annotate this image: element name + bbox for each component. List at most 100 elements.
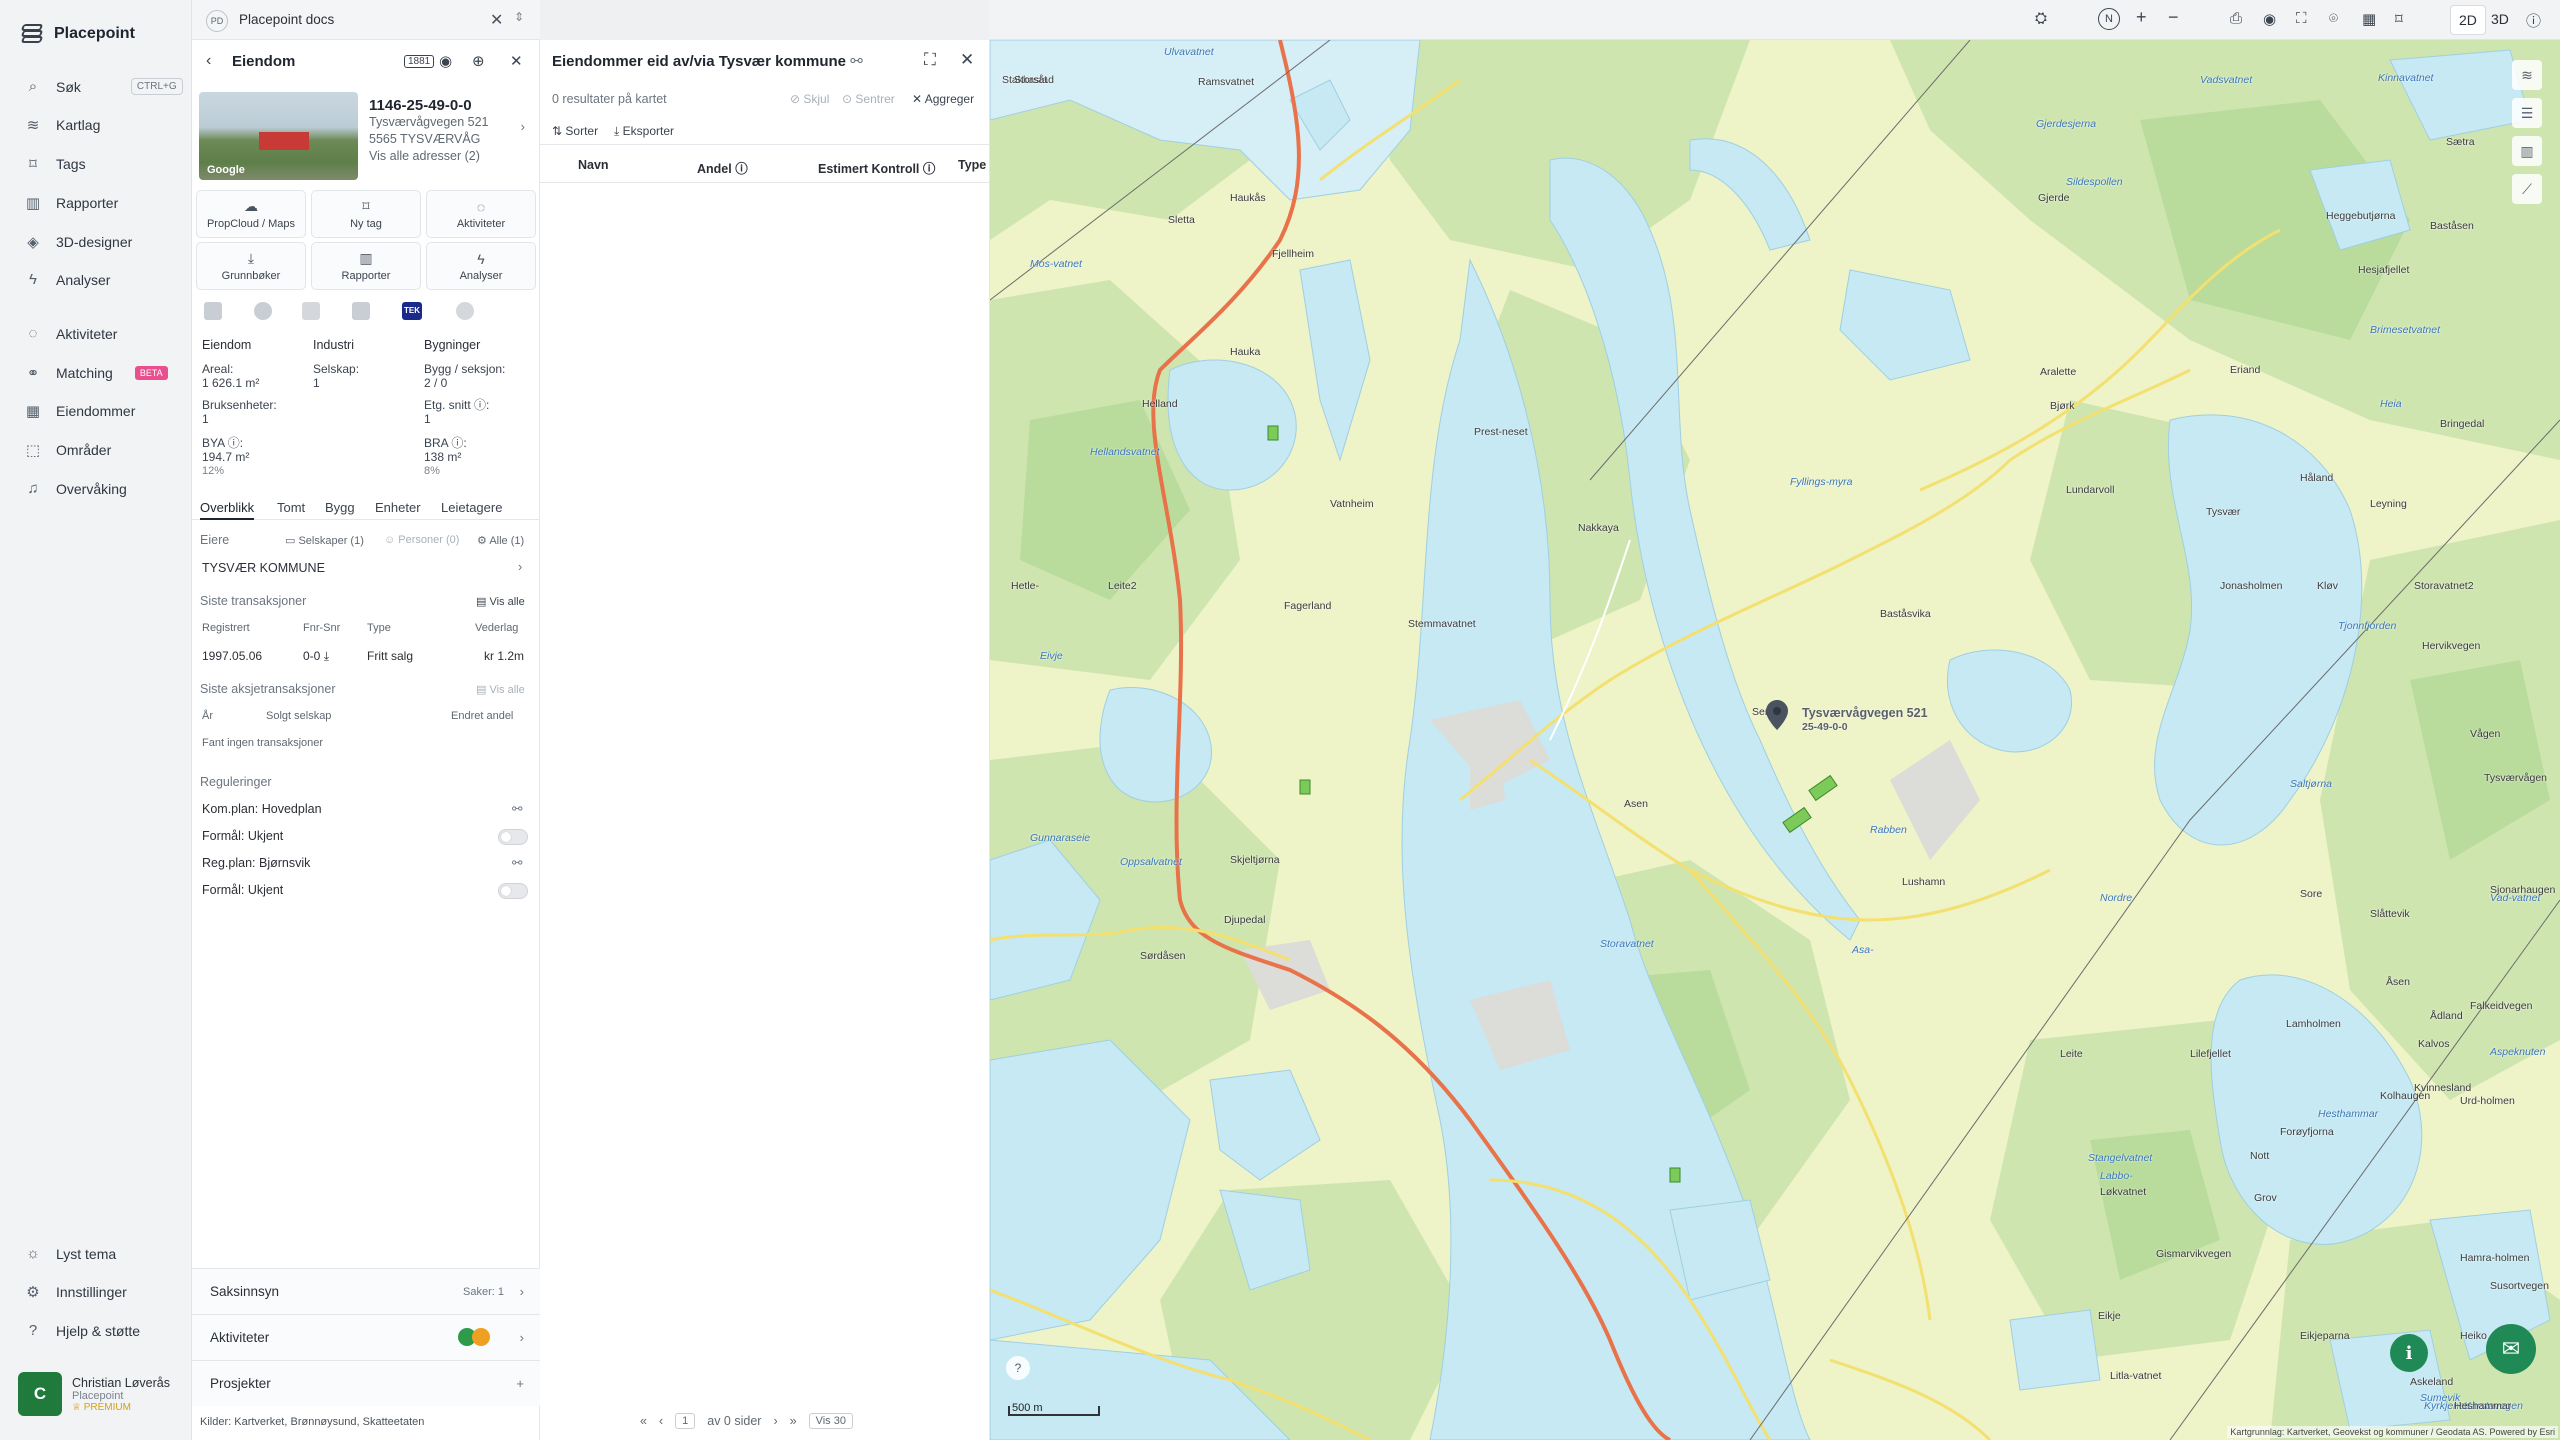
close-icon[interactable]: ✕ (490, 10, 503, 30)
stack-icon[interactable]: ☰ (2512, 98, 2542, 128)
prev-page-icon[interactable]: ‹ (659, 1414, 663, 1428)
col-type[interactable]: Type (958, 158, 986, 172)
all-filter[interactable]: ⚙ Alle (1) (477, 534, 524, 547)
grunnboker-button[interactable]: ⤓ Grunnbøker (196, 242, 306, 290)
nav-item-3d-designer[interactable]: ◈ 3D-designer (24, 233, 132, 251)
link-icon[interactable]: ⚯ (512, 855, 522, 870)
col-navn[interactable]: Navn (578, 158, 609, 172)
regulation-toggle[interactable] (498, 883, 528, 899)
propcloud-button[interactable]: ☁ PropCloud / Maps (196, 190, 306, 238)
person-icon[interactable] (456, 302, 474, 320)
brand-logo[interactable]: Placepoint (20, 22, 135, 46)
last-page-icon[interactable]: » (790, 1414, 797, 1428)
close-icon[interactable]: ✕ (510, 52, 523, 70)
chat-button[interactable]: ✉ (2486, 1324, 2536, 1374)
first-page-icon[interactable]: « (640, 1414, 647, 1428)
nav-item-hjelp[interactable]: ? Hjelp & støtte (24, 1322, 140, 1339)
center-button[interactable]: ⊙ Sentrer (842, 92, 895, 106)
nav-item-lyst-tema[interactable]: ☼ Lyst tema (24, 1245, 116, 1262)
chart-icon[interactable]: ▥ (2512, 136, 2542, 166)
grid-icon[interactable] (204, 302, 222, 320)
nav-item-innstillinger[interactable]: ⚙ Innstillinger (24, 1283, 127, 1301)
map-icon[interactable]: 1881 (404, 55, 435, 68)
close-icon[interactable]: ✕ (960, 50, 974, 70)
col-estimert-kontroll[interactable]: Estimert Kontroll ⓘ (818, 158, 935, 177)
layers-stack-icon[interactable]: ⛭ (2035, 10, 2047, 27)
aggregate-button[interactable]: ✕ Aggreger (912, 92, 974, 106)
tab-overblikk[interactable]: Overblikk (200, 500, 255, 520)
show-all-transactions[interactable]: ▤ Vis alle (476, 595, 525, 608)
eye-icon[interactable]: ◉ (439, 52, 452, 70)
eye-icon[interactable]: ◉ (2263, 10, 2276, 28)
nav-item-omrader[interactable]: ⬚ Områder (24, 441, 111, 459)
zoom-out-icon[interactable]: − (2168, 7, 2179, 28)
tab-bygg[interactable]: Bygg (325, 500, 355, 515)
tab-enheter[interactable]: Enheter (375, 500, 421, 515)
add-circle-icon[interactable]: ⊕ (472, 52, 485, 70)
user-profile[interactable]: C Christian Løverås Placepoint ♕ PREMIUM (18, 1372, 178, 1416)
saksinnsyn-section[interactable]: Saksinnsyn Saker: 1 › (192, 1268, 540, 1314)
page-size-select[interactable]: Vis 30 (808, 1413, 853, 1429)
help-icon[interactable]: ? (1006, 1356, 1030, 1380)
regulation-toggle[interactable] (498, 829, 528, 845)
nav-item-eiendommer[interactable]: ▦ Eiendommer (24, 402, 135, 420)
print-icon[interactable]: ⎙ (2230, 10, 2242, 27)
grid-icon[interactable]: ▦ (2362, 10, 2376, 28)
nav-item-matching[interactable]: ⚭ Matching BETA (24, 364, 168, 382)
fullscreen-icon[interactable]: ⛶ (2296, 10, 2307, 27)
sort-button[interactable]: ⇅ Sorter (552, 124, 598, 138)
camera-icon[interactable]: ⌾ (2329, 10, 2338, 27)
page-input[interactable]: 1 (675, 1413, 696, 1429)
col-andel[interactable]: Andel ⓘ (697, 158, 748, 177)
nav-item-aktiviteter[interactable]: ◌ Aktiviteter (24, 325, 118, 342)
nav-item-analyser[interactable]: ϟ Analyser (24, 271, 110, 288)
activities-button[interactable]: ◌ Aktiviteter (426, 190, 536, 238)
mode-3d-button[interactable]: 3D (2483, 5, 2517, 35)
tx-fnr[interactable]: 0-0 ⤓ (303, 649, 329, 664)
layers-icon[interactable]: ≋ (2512, 60, 2542, 90)
tab-tomt[interactable]: Tomt (277, 500, 305, 515)
map-canvas[interactable]: LanghammarenUlvavatnetStakkastadStorsåtR… (990, 40, 2560, 1440)
nav-item-search[interactable]: ⌕ Søk CTRL+G (24, 78, 183, 95)
plus-icon[interactable]: + (516, 1376, 524, 1391)
new-tag-button[interactable]: ⌑ Ny tag (311, 190, 421, 238)
download-icon[interactable]: ⤓ (324, 649, 329, 663)
nav-item-tags[interactable]: ⌑ Tags (24, 155, 85, 173)
factory-icon[interactable] (302, 302, 320, 320)
nav-item-kartlag[interactable]: ≋ Kartlag (24, 116, 101, 134)
expand-icon[interactable]: ⛶ (924, 50, 936, 70)
chevron-right-icon[interactable]: › (521, 119, 525, 134)
docs-title[interactable]: Placepoint docs (239, 12, 334, 27)
show-all-share-tx[interactable]: ▤ Vis alle (476, 683, 525, 696)
zoom-in-icon[interactable]: + (2136, 7, 2147, 28)
prosjekter-section[interactable]: Prosjekter + (192, 1360, 540, 1406)
globe-icon[interactable] (254, 302, 272, 320)
companies-filter[interactable]: ▭ Selskaper (1) (285, 534, 364, 547)
back-arrow-icon[interactable]: ‹ (206, 52, 211, 70)
link-icon[interactable]: ⚯ (512, 801, 522, 816)
nav-item-rapporter[interactable]: ▥ Rapporter (24, 194, 118, 212)
bookmark-icon[interactable]: ⌑ (2395, 10, 2403, 28)
owner-name[interactable]: TYSVÆR KOMMUNE (202, 561, 325, 575)
next-page-icon[interactable]: › (773, 1414, 777, 1428)
persons-filter[interactable]: ☺ Personer (0) (384, 534, 459, 546)
tek-icon[interactable]: TEK (402, 302, 422, 320)
compass-icon[interactable]: N (2098, 8, 2120, 30)
bars-icon[interactable] (352, 302, 370, 320)
all-addresses-link[interactable]: Vis alle adresser (2) (369, 148, 529, 165)
nav-item-overvaking[interactable]: ♫ Overvåking (24, 480, 126, 497)
info-button[interactable]: i (2390, 1334, 2428, 1372)
aktiviteter-section[interactable]: Aktiviteter › (192, 1314, 540, 1360)
property-marker-pin[interactable] (1766, 700, 1788, 730)
streetview-thumbnail[interactable]: Google (199, 92, 358, 180)
link-icon[interactable]: ⚯ (850, 53, 863, 70)
chevron-right-icon[interactable]: › (518, 560, 522, 574)
chevron-updown-icon[interactable]: ⇕ (514, 10, 524, 24)
tab-leietagere[interactable]: Leietagere (441, 500, 502, 515)
export-button[interactable]: ⤓ Eksporter (614, 124, 674, 139)
reports-button[interactable]: ▥ Rapporter (311, 242, 421, 290)
analyses-button[interactable]: ϟ Analyser (426, 242, 536, 290)
measure-icon[interactable]: ⟋ (2512, 174, 2542, 204)
hide-button[interactable]: ⊘ Skjul (790, 92, 829, 106)
mode-2d-button[interactable]: 2D (2450, 5, 2486, 35)
